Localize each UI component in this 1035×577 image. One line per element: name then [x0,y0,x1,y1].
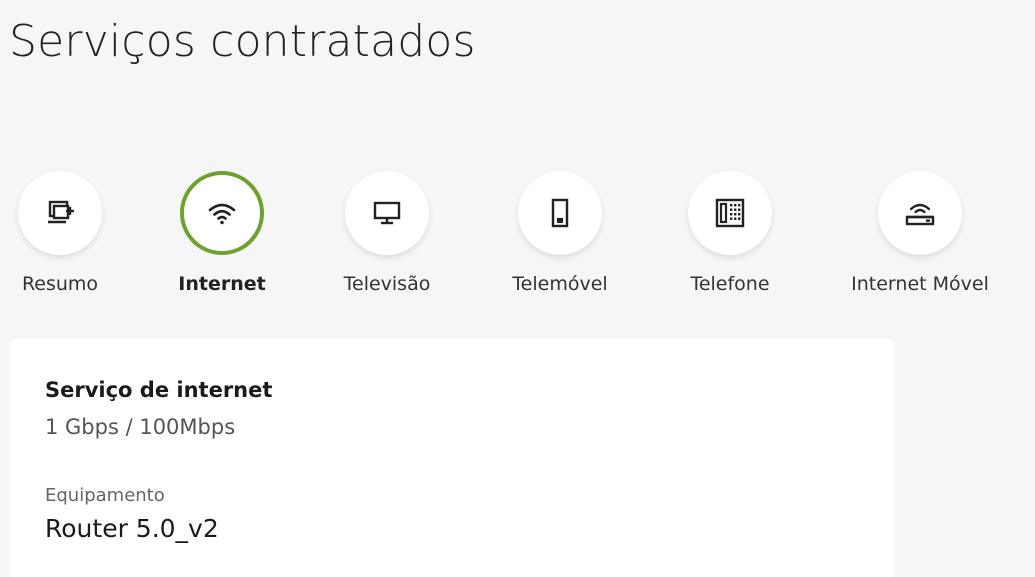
mobile-router-icon [905,203,935,226]
landline-phone-icon [715,198,745,228]
wifi-icon [208,203,236,225]
services-page: Serviços contratados Resumo Internet Tel… [0,0,1035,577]
tab-label: Telemóvel [512,273,608,295]
tab-internet-movel[interactable]: Internet Móvel [830,171,1010,301]
tab-label: Telefone [690,273,770,295]
service-speed: 1 Gbps / 100Mbps [45,415,236,439]
tab-telefone[interactable]: Telefone [640,171,820,301]
mobile-phone-icon [551,198,569,228]
page-title: Serviços contratados [9,16,476,67]
tab-televisao-circle[interactable] [345,171,429,255]
equipment-value: Router 5.0_v2 [45,514,219,543]
internet-service-card: Serviço de internet 1 Gbps / 100Mbps Equ… [10,339,894,577]
tab-label: Resumo [21,273,99,295]
tab-internet-movel-circle[interactable] [878,171,962,255]
equipment-label: Equipamento [45,485,165,506]
tab-internet-circle[interactable] [180,171,264,255]
tab-label: Internet Móvel [851,273,989,295]
tab-resumo-circle[interactable] [18,171,102,255]
tab-telemovel[interactable]: Telemóvel [470,171,650,301]
tab-label: Televisão [343,273,431,295]
tab-label: Internet [178,273,266,295]
tab-internet[interactable]: Internet [132,171,312,301]
tab-televisao[interactable]: Televisão [297,171,477,301]
service-title: Serviço de internet [45,378,273,402]
tv-icon [373,201,401,225]
tab-telemovel-circle[interactable] [518,171,602,255]
tab-telefone-circle[interactable] [688,171,772,255]
summary-icon [48,200,74,224]
tab-resumo[interactable]: Resumo [0,171,150,301]
